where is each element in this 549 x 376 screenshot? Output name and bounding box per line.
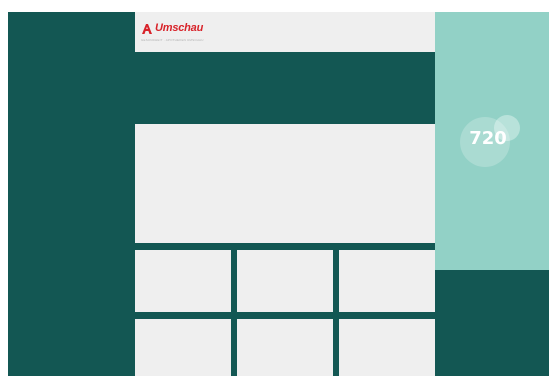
circle-badge-icon[interactable]: 720 [456,112,526,172]
top-banner-placeholder [135,52,435,124]
content-tile[interactable] [135,250,231,312]
content-tile[interactable] [339,319,435,376]
right-sidebar-footer [435,270,549,376]
right-sidebar-panel: 720 [435,12,549,270]
logo-wordmark: Umschau [155,22,204,34]
badge-label: 720 [469,128,507,149]
hero-content-placeholder[interactable] [135,124,435,243]
brand-logo[interactable]: Umschau [141,22,203,34]
site-header: Umschau GESUNDHEIT · APOTHEKEN UMSCHAU [135,12,435,52]
page-frame: Umschau GESUNDHEIT · APOTHEKEN UMSCHAU 7… [8,12,549,376]
left-sidebar [8,12,135,376]
content-tile[interactable] [237,319,333,376]
pharmacy-a-icon [141,22,153,34]
content-tile[interactable] [135,319,231,376]
logo-tagline: GESUNDHEIT · APOTHEKEN UMSCHAU [141,38,204,42]
content-tile[interactable] [237,250,333,312]
content-tile[interactable] [339,250,435,312]
